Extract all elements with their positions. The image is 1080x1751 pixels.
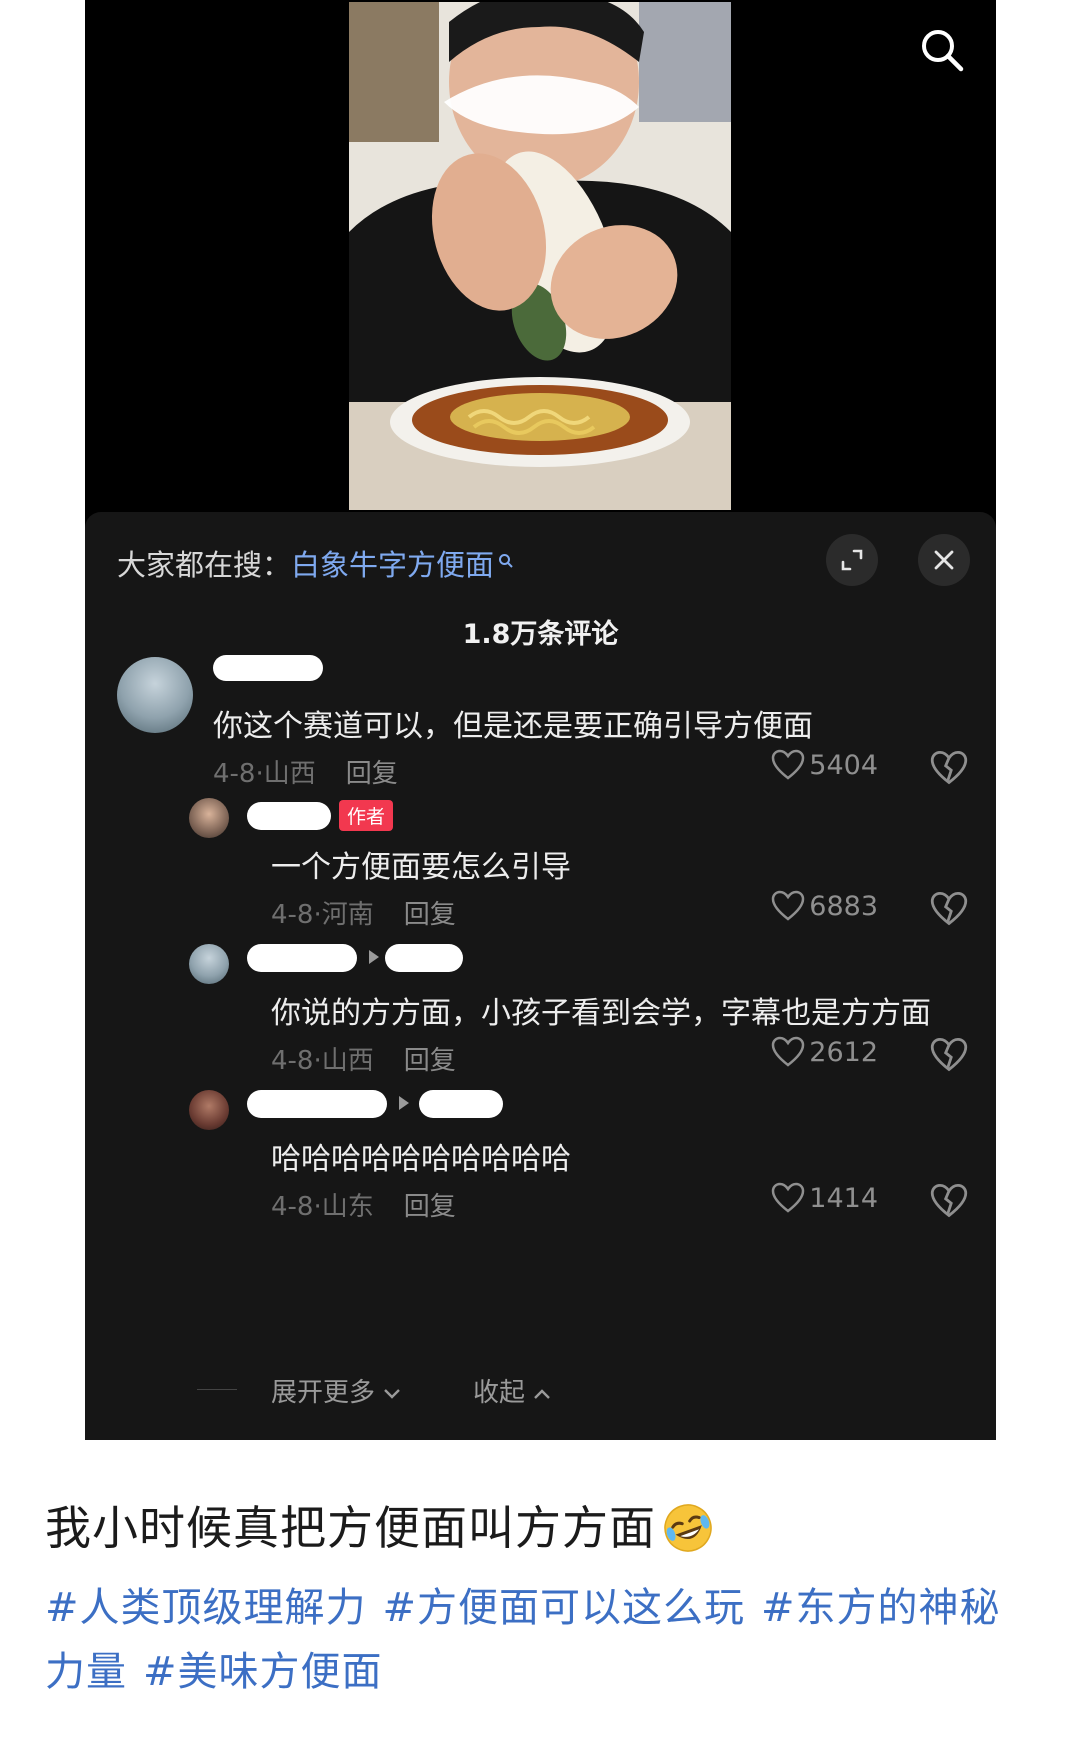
- post-caption: 我小时候真把方便面叫方方面: [45, 1492, 714, 1558]
- like-count: 1414: [809, 1182, 878, 1214]
- reply-item: 你说的方方面，小孩子看到会学，字幕也是方方面 4-8·山西 回复 2612: [85, 936, 996, 1086]
- username-redacted: [419, 1090, 503, 1118]
- comment-meta: 4-8·河南 回复: [271, 900, 456, 930]
- reply-button[interactable]: 回复: [404, 900, 456, 930]
- like-button[interactable]: 6883: [771, 890, 878, 922]
- broken-heart-icon[interactable]: [930, 890, 968, 928]
- chevron-down-icon: [384, 1388, 401, 1399]
- comment-date: 4-8: [271, 1192, 314, 1222]
- reply-button[interactable]: 回复: [346, 759, 398, 789]
- username-redacted: [247, 1090, 387, 1118]
- heart-icon: [772, 890, 805, 921]
- heart-icon: [772, 1182, 805, 1213]
- comment-item: 你这个赛道可以，但是还是要正确引导方便面 4-8·山西 回复 5404: [85, 647, 996, 797]
- like-button[interactable]: 5404: [771, 749, 878, 781]
- hashtag-list: #人类顶级理解力 #方便面可以这么玩 #东方的神秘力量 #美味方便面: [45, 1576, 1035, 1704]
- video-player[interactable]: [85, 0, 996, 520]
- comment-location: 河南: [321, 900, 374, 930]
- reply-button[interactable]: 回复: [404, 1192, 456, 1222]
- comment-date: 4-8: [271, 900, 314, 930]
- broken-heart-icon[interactable]: [930, 1036, 968, 1074]
- comment-text: 你这个赛道可以，但是还是要正确引导方便面: [213, 709, 813, 744]
- broken-heart-icon[interactable]: [930, 1182, 968, 1220]
- video-frame: [349, 2, 731, 510]
- collapse-label: 收起: [473, 1378, 526, 1408]
- username-redacted: [385, 944, 463, 972]
- comment-text: 哈哈哈哈哈哈哈哈哈哈: [271, 1142, 571, 1177]
- heart-icon: [772, 749, 805, 780]
- collapse-button[interactable]: 收起: [473, 1372, 551, 1409]
- comment-location: 山西: [263, 759, 316, 789]
- hot-search-prefix: 大家都在搜：: [117, 548, 292, 582]
- like-count: 2612: [809, 1036, 878, 1068]
- username-redacted: [247, 802, 331, 830]
- like-button[interactable]: 1414: [771, 1182, 878, 1214]
- avatar[interactable]: [189, 944, 229, 984]
- reply-button[interactable]: 回复: [404, 1046, 456, 1076]
- rofl-emoji-icon: [662, 1502, 714, 1554]
- search-icon[interactable]: [918, 26, 966, 74]
- chevron-up-icon: [534, 1388, 551, 1399]
- comment-meta: 4-8·山西 回复: [213, 759, 398, 789]
- comment-date: 4-8: [271, 1046, 314, 1076]
- like-count: 6883: [809, 890, 878, 922]
- expand-more-button[interactable]: 展开更多: [271, 1372, 401, 1409]
- divider: [197, 1389, 237, 1390]
- comment-text: 你说的方方面，小孩子看到会学，字幕也是方方面: [271, 996, 931, 1031]
- comment-date: 4-8: [213, 759, 256, 789]
- comment-meta: 4-8·山东 回复: [271, 1192, 456, 1222]
- like-count: 5404: [809, 749, 878, 781]
- comment-count: 1.8万条评论: [462, 619, 619, 650]
- close-icon[interactable]: [918, 534, 970, 586]
- broken-heart-icon[interactable]: [930, 749, 968, 787]
- username-redacted: [213, 655, 323, 681]
- reply-item: 哈哈哈哈哈哈哈哈哈哈 4-8·山东 回复 1414: [85, 1082, 996, 1232]
- hashtag-link[interactable]: #人类顶级理解力: [45, 1585, 367, 1631]
- comment-meta: 4-8·山西 回复: [271, 1046, 456, 1076]
- hashtag-link[interactable]: #美味方便面: [143, 1649, 383, 1695]
- avatar[interactable]: [117, 657, 193, 733]
- like-button[interactable]: 2612: [771, 1036, 878, 1068]
- search-small-icon: [498, 542, 514, 568]
- screenshot-frame: 大家都在搜：白象牛字方便面 1.8万条评论 你这个赛道可以，但是还是要正确引导方…: [85, 0, 996, 1440]
- hashtag-link[interactable]: #方便面可以这么玩: [383, 1585, 746, 1631]
- author-badge: 作者: [339, 800, 394, 831]
- heart-icon: [772, 1036, 805, 1067]
- reply-item: 作者 一个方便面要怎么引导 4-8·河南 回复 6883: [85, 790, 996, 940]
- reply-arrow-icon: [369, 950, 379, 964]
- avatar[interactable]: [189, 798, 229, 838]
- comment-location: 山西: [321, 1046, 374, 1076]
- comment-panel: 大家都在搜：白象牛字方便面 1.8万条评论 你这个赛道可以，但是还是要正确引导方…: [85, 512, 996, 1440]
- comment-text: 一个方便面要怎么引导: [271, 850, 571, 885]
- reply-arrow-icon: [399, 1096, 409, 1110]
- hot-search-term[interactable]: 白象牛字方便面: [291, 548, 494, 582]
- hot-search-bar[interactable]: 大家都在搜：白象牛字方便面: [117, 542, 514, 584]
- expand-more-label: 展开更多: [271, 1378, 376, 1408]
- comment-location: 山东: [321, 1192, 374, 1222]
- caption-text: 我小时候真把方便面叫方方面: [45, 1501, 656, 1555]
- username-redacted: [247, 944, 357, 972]
- avatar[interactable]: [189, 1090, 229, 1130]
- expand-icon[interactable]: [826, 534, 878, 586]
